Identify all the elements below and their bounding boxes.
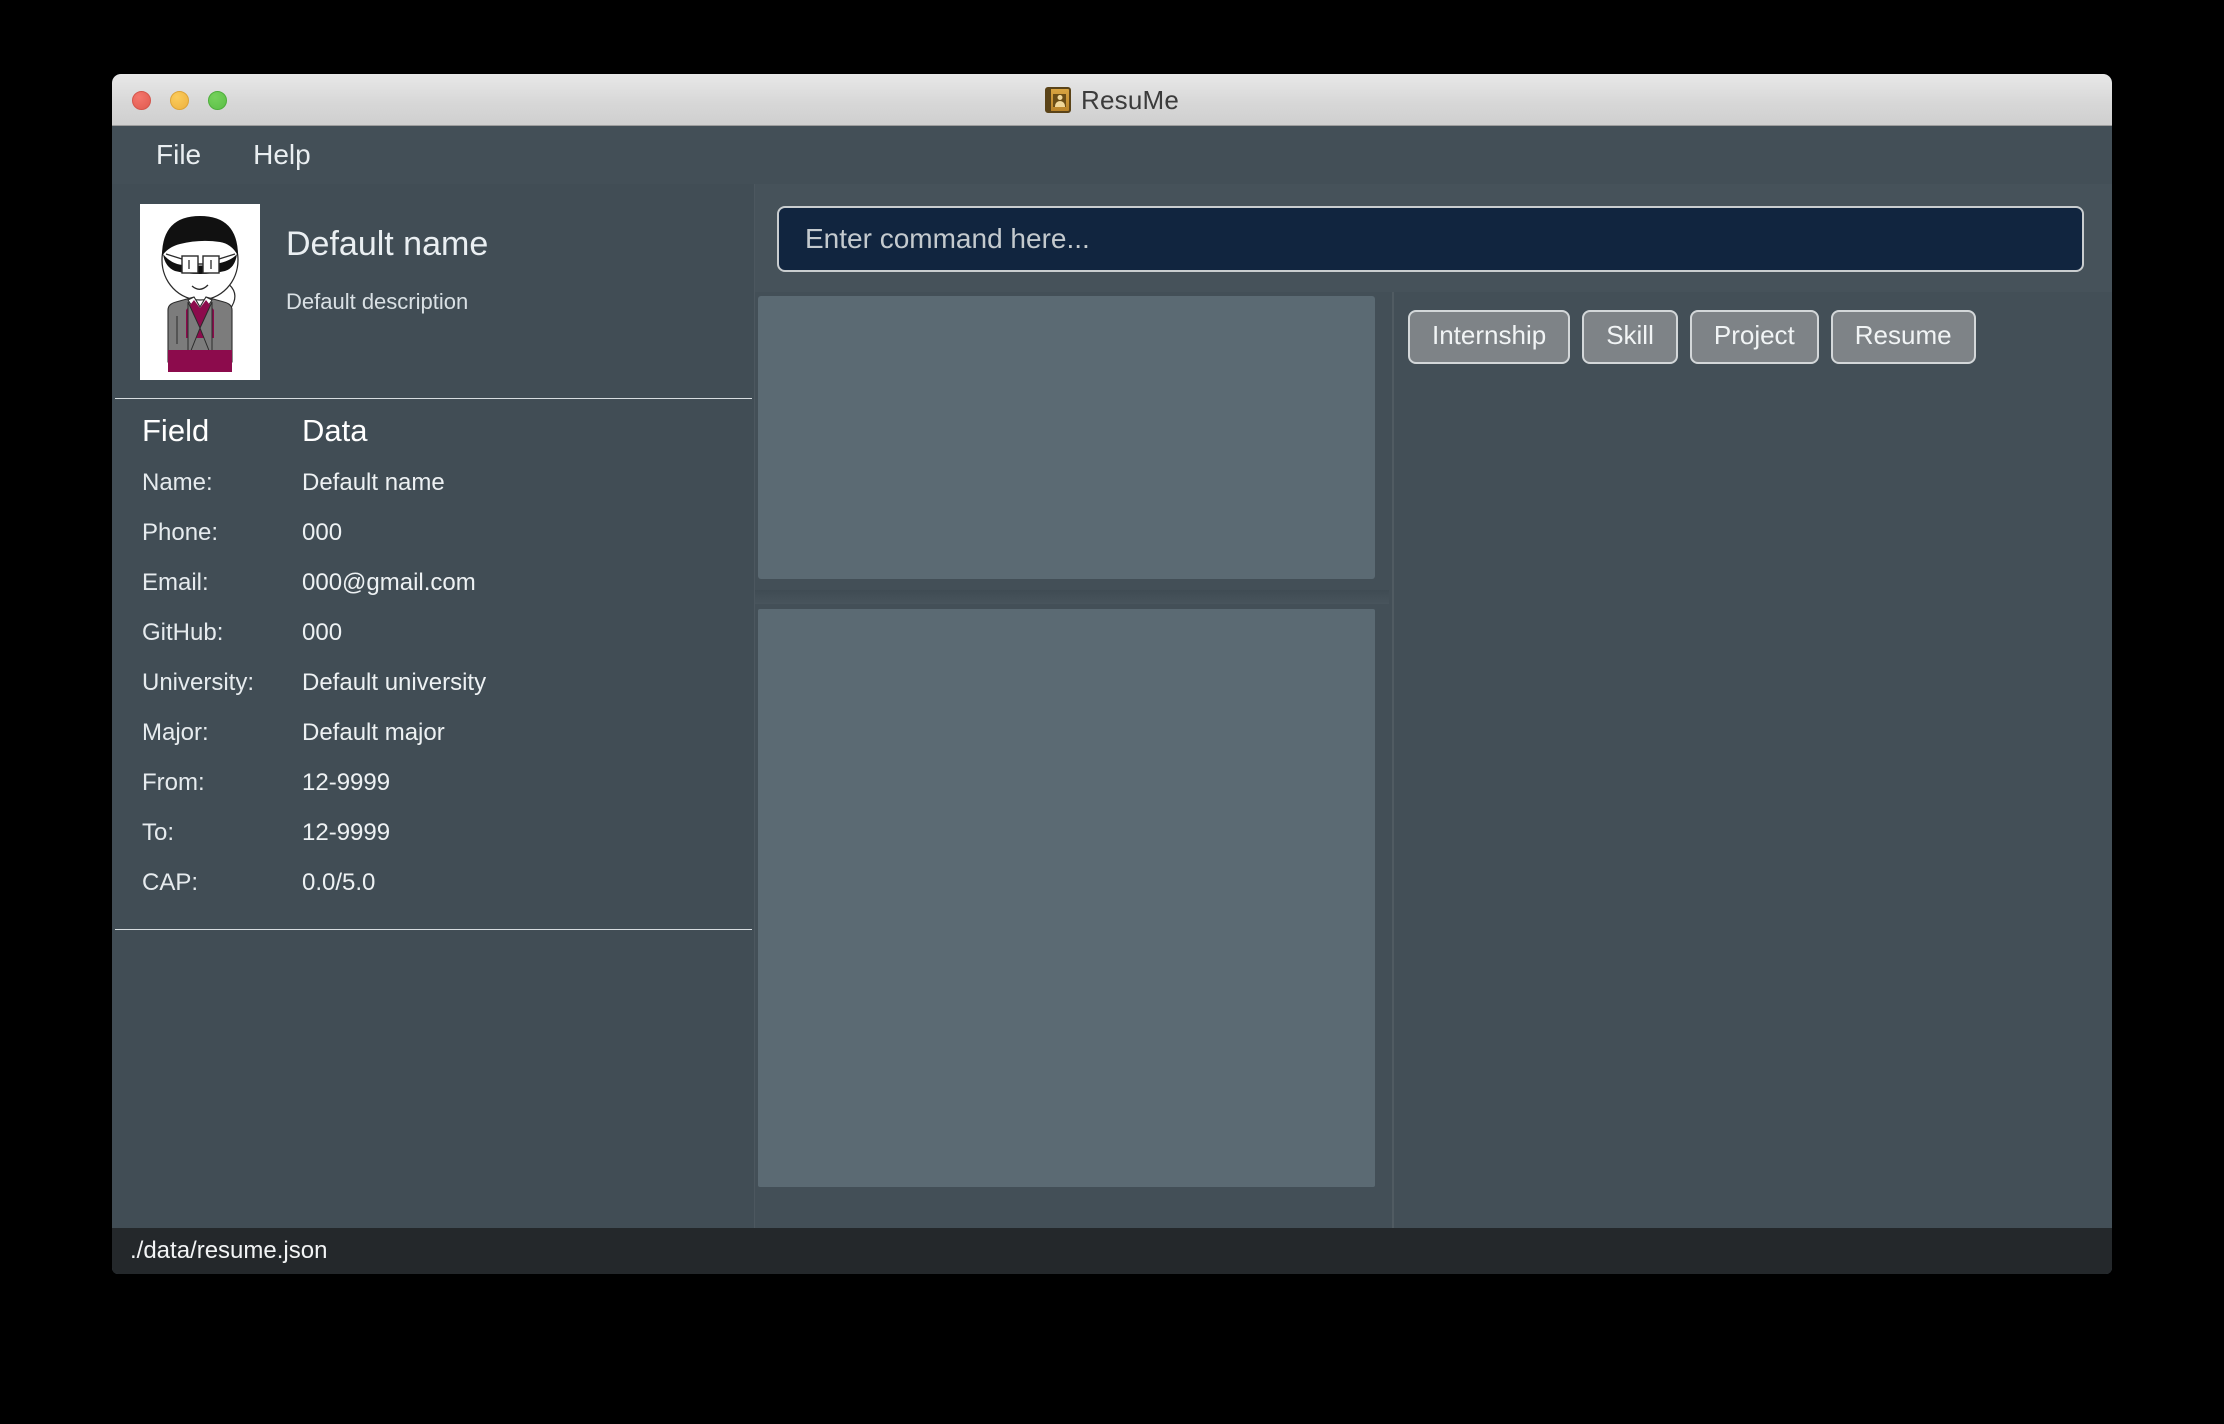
- header-field: Field: [142, 413, 210, 448]
- row-label-name: Name:: [142, 469, 213, 496]
- profile-text: Default name Default description: [286, 204, 488, 380]
- table-bottom-divider: [115, 929, 752, 930]
- table-header-row: Field Data: [112, 413, 755, 469]
- row-value-major: Default major: [302, 719, 445, 746]
- status-bar: ./data/resume.json: [112, 1228, 2112, 1274]
- main-area: Enter command here... Internship Skill P…: [755, 184, 2112, 1228]
- table-row: GitHub: 000: [112, 619, 755, 669]
- row-value-to: 12-9999: [302, 819, 391, 846]
- row-value-from: 12-9999: [302, 769, 391, 796]
- menu-file[interactable]: File: [144, 135, 213, 175]
- avatar: [140, 204, 260, 380]
- row-label-email: Email:: [142, 569, 209, 596]
- row-value-name: Default name: [302, 469, 445, 496]
- window-body: Default name Default description Field D…: [112, 184, 2112, 1228]
- action-button-row: Internship Skill Project Resume: [1408, 302, 2112, 364]
- row-label-university: University:: [142, 669, 255, 696]
- row-value-cap: 0.0/5.0: [302, 869, 376, 896]
- result-panel-top[interactable]: [758, 296, 1375, 579]
- window-title: ResuMe: [1080, 84, 1179, 115]
- status-file-path: ./data/resume.json: [130, 1237, 328, 1264]
- title-bar: ResuMe: [112, 74, 2112, 126]
- table-row: To: 12-9999: [112, 819, 755, 869]
- row-value-university: Default university: [302, 669, 487, 696]
- table-row: Email: 000@gmail.com: [112, 569, 755, 619]
- row-label-phone: Phone:: [142, 519, 219, 546]
- profile-name: Default name: [286, 225, 489, 263]
- menu-bar: File Help: [112, 126, 2112, 184]
- row-value-github: 000: [302, 619, 343, 646]
- result-panes: [755, 292, 1392, 1228]
- row-label-cap: CAP:: [142, 869, 199, 896]
- address-book-icon: [1044, 87, 1071, 113]
- project-button[interactable]: Project: [1689, 310, 1819, 364]
- result-panel-bottom[interactable]: [758, 609, 1375, 1187]
- panes-container: Internship Skill Project Resume: [755, 292, 2112, 1228]
- vertical-splitter[interactable]: [1392, 292, 1394, 1228]
- table-row: From: 12-9999: [112, 769, 755, 819]
- detail-table: Field Data Name: Default name Phone: 000…: [112, 399, 755, 929]
- profile-card: Default name Default description: [112, 184, 755, 398]
- profile-description: Default description: [286, 289, 469, 315]
- command-input[interactable]: Enter command here...: [777, 206, 2084, 272]
- table-row: Phone: 000: [112, 519, 755, 569]
- pane-splitter[interactable]: [755, 590, 1389, 604]
- internship-button[interactable]: Internship: [1408, 310, 1571, 364]
- table-row: Name: Default name: [112, 469, 755, 519]
- skill-button[interactable]: Skill: [1582, 310, 1678, 364]
- person-sidebar: Default name Default description Field D…: [112, 184, 755, 1228]
- menu-help[interactable]: Help: [241, 135, 323, 175]
- row-label-github: GitHub:: [142, 619, 224, 646]
- row-label-to: To:: [142, 819, 175, 846]
- table-row: Major: Default major: [112, 719, 755, 769]
- row-label-from: From:: [142, 769, 205, 796]
- table-row: University: Default university: [112, 669, 755, 719]
- table-row: CAP: 0.0/5.0: [112, 869, 755, 919]
- command-bar: Enter command here...: [755, 184, 2112, 292]
- actions-pane: Internship Skill Project Resume: [1392, 292, 2112, 1228]
- person-glyph: [1053, 93, 1067, 107]
- header-data: Data: [302, 413, 368, 448]
- command-placeholder: Enter command here...: [805, 223, 1090, 254]
- title-wrap: ResuMe: [112, 74, 2112, 126]
- row-value-phone: 000: [302, 519, 343, 546]
- app-window: ResuMe File Help Default name Default de…: [112, 74, 2112, 1274]
- resume-button[interactable]: Resume: [1830, 310, 1976, 364]
- row-value-email: 000@gmail.com: [302, 569, 476, 596]
- avatar-illustration: [140, 204, 260, 380]
- row-label-major: Major:: [142, 719, 209, 746]
